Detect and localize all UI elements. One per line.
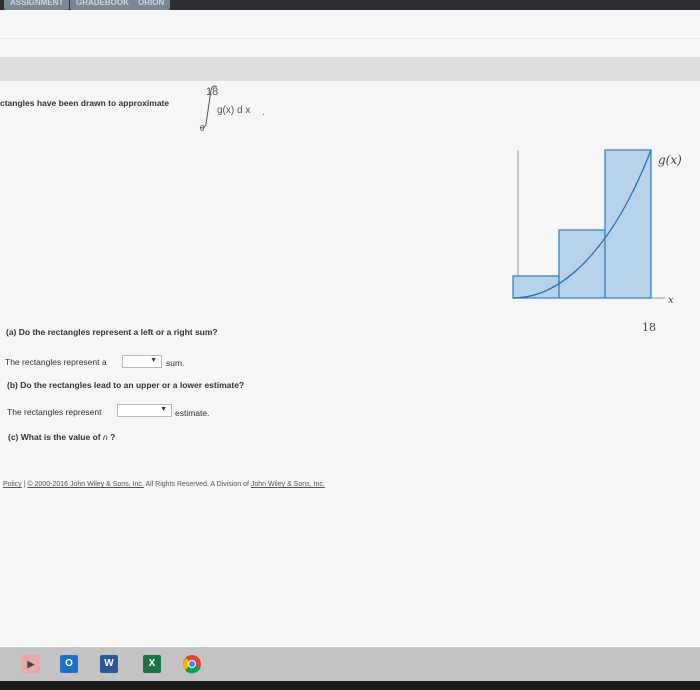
footer: Policy | © 2000-2016 John Wiley & Sons, … xyxy=(3,481,325,488)
excel-icon[interactable]: X xyxy=(143,655,161,673)
tab-assignment[interactable]: ASSIGNMENT xyxy=(4,0,70,10)
integral-upper-limit: 18 xyxy=(206,86,218,98)
left-right-select[interactable]: ▼ xyxy=(122,355,162,368)
question-a: (a) Do the rectangles represent a left o… xyxy=(6,327,218,337)
app-arrow-icon[interactable]: ▶ xyxy=(22,655,40,673)
outlook-icon[interactable]: O xyxy=(60,655,78,673)
question-c: (c) What is the value of n ? xyxy=(8,432,116,442)
copyright-link[interactable]: © 2000-2016 John Wiley & Sons, Inc. xyxy=(27,481,143,488)
company-link[interactable]: John Wiley & Sons, Inc. xyxy=(251,481,325,488)
tab-orion[interactable]: ORION xyxy=(132,0,171,10)
dropdown-arrow-icon: ▼ xyxy=(150,357,157,364)
upper-lower-select[interactable]: ▼ xyxy=(117,404,172,417)
top-tab-bar: ASSIGNMENT GRADEBOOK ORION xyxy=(0,0,700,10)
integrand: g(x) d x xyxy=(217,105,250,116)
answer-b-suffix: estimate. xyxy=(175,408,210,418)
screen-bezel xyxy=(0,681,700,690)
rectangle-3 xyxy=(604,149,652,299)
question-b: (b) Do the rectangles lead to an upper o… xyxy=(7,380,245,390)
rectangle-2 xyxy=(558,229,606,299)
question-intro: ctangles have been drawn to approximate xyxy=(0,98,170,108)
answer-b-prefix: The rectangles represent xyxy=(7,407,102,417)
page-content: ctangles have been drawn to approximate … xyxy=(0,10,700,660)
integral-period: . xyxy=(262,107,265,118)
dropdown-arrow-icon: ▼ xyxy=(160,406,167,413)
chrome-icon[interactable] xyxy=(182,654,202,674)
header-bar xyxy=(0,57,700,81)
word-icon[interactable]: W xyxy=(100,655,118,673)
integral-lower-limit: 0 xyxy=(200,124,205,132)
tab-gradebook[interactable]: GRADEBOOK xyxy=(70,0,135,10)
answer-a-prefix: The rectangles represent a xyxy=(5,357,107,367)
rectangle-graph: g(x) x 18 xyxy=(512,149,682,334)
taskbar: ▶ O W X xyxy=(0,647,700,681)
curve-label: g(x) xyxy=(658,153,682,167)
divider xyxy=(0,38,700,39)
x-tick-label: 18 xyxy=(642,321,656,334)
x-axis-label: x xyxy=(668,295,674,306)
policy-link[interactable]: Policy xyxy=(3,481,22,488)
answer-a-suffix: sum. xyxy=(166,358,185,368)
integral-expression: 18 0 g(x) d x . xyxy=(199,85,265,132)
